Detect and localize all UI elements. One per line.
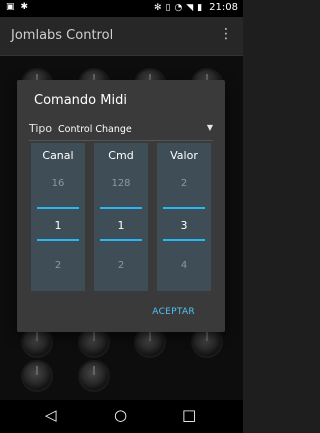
status-time: 21:08 [209, 2, 238, 13]
picker-next-value[interactable]: 4 [157, 260, 211, 271]
picker-header: Canal [42, 149, 74, 162]
picker-current-value[interactable]: 3 [157, 219, 211, 232]
app-title: Jomlabs Control [11, 28, 114, 43]
bluetooth-icon: ✻ [153, 2, 162, 13]
valor-picker[interactable]: Valor 2 3 4 [157, 143, 211, 291]
picker-prev-value[interactable]: 128 [94, 178, 148, 189]
overflow-menu-icon[interactable]: ⋮ [219, 26, 233, 42]
picker-next-value[interactable]: 2 [31, 260, 85, 271]
selection-line [163, 239, 205, 241]
picker-prev-value[interactable]: 2 [157, 178, 211, 189]
selection-line [37, 239, 79, 241]
vibrate-icon: ▯ [165, 2, 171, 13]
selection-line [100, 239, 142, 241]
home-icon[interactable]: ○ [114, 406, 127, 424]
divider [29, 140, 213, 141]
wifi-icon: ◥ [186, 2, 194, 13]
cmd-picker[interactable]: Cmd 128 1 2 [94, 143, 148, 291]
dialog-title: Comando Midi [34, 93, 127, 108]
picker-current-value[interactable]: 1 [94, 219, 148, 232]
navigation-bar: ◁ ○ □ [0, 400, 243, 433]
picker-header: Valor [170, 149, 198, 162]
canal-picker[interactable]: Canal 16 1 2 [31, 143, 85, 291]
picker-header: Cmd [108, 149, 134, 162]
recents-icon[interactable]: □ [182, 406, 196, 424]
selection-line [163, 207, 205, 209]
tipo-label: Tipo [29, 122, 53, 135]
status-bar: ▣ ✱ ✻ ▯ ◔ ◥ ▮ 21:08 [0, 0, 243, 17]
android-icon: ✱ [20, 2, 29, 12]
picker-next-value[interactable]: 2 [94, 260, 148, 271]
midi-command-dialog: Comando Midi Tipo Control Change ▼ Canal… [17, 80, 225, 332]
picker-current-value[interactable]: 1 [31, 219, 85, 232]
picker-prev-value[interactable]: 16 [31, 178, 85, 189]
dropdown-arrow-icon[interactable]: ▼ [207, 123, 213, 132]
back-icon[interactable]: ◁ [45, 406, 57, 424]
selection-line [100, 207, 142, 209]
image-icon: ▣ [6, 2, 15, 12]
accept-button[interactable]: ACEPTAR [152, 307, 195, 317]
signal-icon: ◔ [174, 2, 183, 13]
app-bar: Jomlabs Control ⋮ [0, 17, 243, 56]
battery-icon: ▮ [197, 2, 203, 13]
tipo-select[interactable]: Control Change [58, 124, 132, 135]
selection-line [37, 207, 79, 209]
